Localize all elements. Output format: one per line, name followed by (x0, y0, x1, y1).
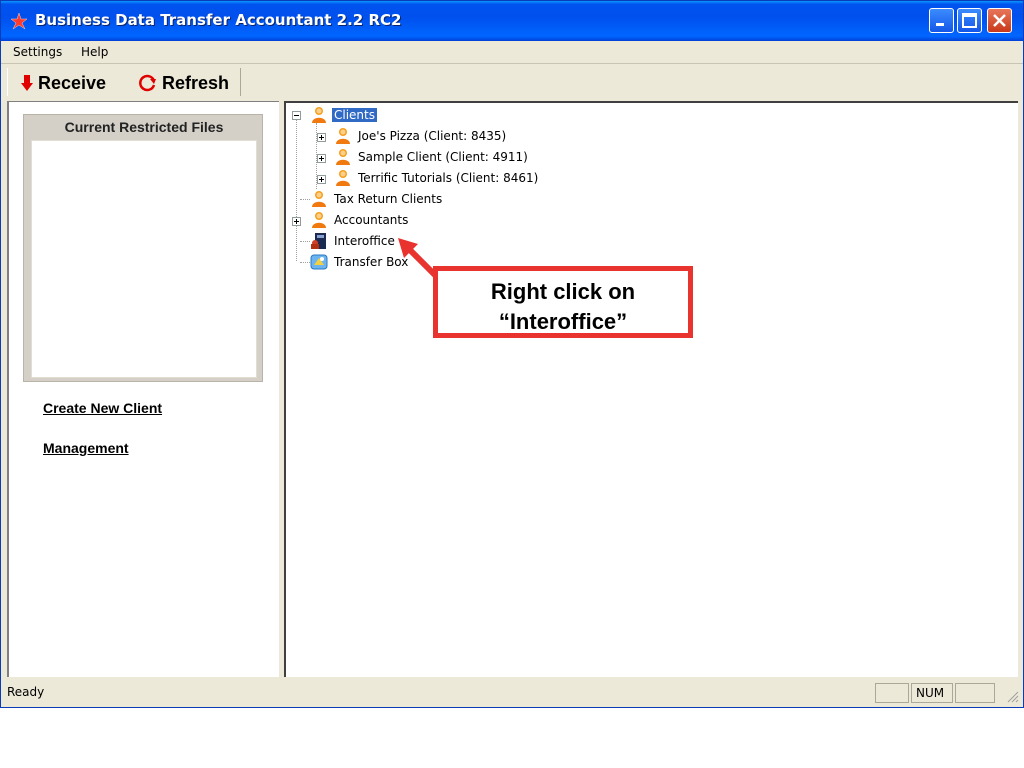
refresh-icon (139, 74, 156, 92)
tree-label-interoffice: Interoffice (334, 234, 395, 248)
collapse-clients-toggle[interactable] (292, 111, 301, 120)
tree-connector (296, 119, 297, 261)
expand-client-toggle[interactable] (317, 154, 326, 163)
maximize-icon (962, 13, 977, 28)
toolbar: Receive Refresh (1, 64, 1023, 100)
menu-help[interactable]: Help (81, 45, 108, 59)
callout-line-2: “Interoffice” (498, 309, 628, 334)
tree-connector (300, 241, 310, 242)
maximize-button[interactable] (957, 8, 982, 33)
refresh-label: Refresh (162, 72, 230, 93)
status-text: Ready (7, 685, 45, 699)
receive-button[interactable]: Receive (20, 72, 106, 94)
callout-line-1: Right click on (490, 279, 636, 304)
receive-label: Receive (38, 72, 107, 93)
tree-node-accountants[interactable]: Accountants (310, 211, 410, 229)
close-icon (993, 14, 1006, 27)
tree-connector (300, 199, 310, 200)
status-cell-empty (875, 683, 909, 703)
management-link[interactable]: Management (43, 440, 129, 456)
title-bar[interactable]: Business Data Transfer Accountant 2.2 RC… (1, 1, 1023, 41)
status-bar: Ready NUM (1, 681, 1023, 707)
menu-settings[interactable]: Settings (13, 45, 62, 59)
minimize-icon (936, 23, 944, 26)
instruction-callout: Right click on “Interoffice” (433, 266, 693, 338)
left-pane: Current Restricted Files Create New Clie… (7, 101, 279, 677)
refresh-button[interactable]: Refresh (138, 72, 229, 94)
toolbar-group: Receive Refresh (7, 68, 241, 96)
user-icon (336, 128, 350, 144)
tree-node-client[interactable]: Terrific Tutorials (Client: 8461) (334, 169, 540, 187)
tree-label-client: Sample Client (Client: 4911) (358, 150, 528, 164)
restricted-files-panel: Current Restricted Files (23, 114, 263, 382)
user-icon (336, 170, 350, 186)
tree-label-accountants: Accountants (334, 213, 409, 227)
receive-arrow-icon (21, 75, 33, 91)
tree-label-client: Terrific Tutorials (Client: 8461) (358, 171, 539, 185)
user-icon (336, 149, 350, 165)
menu-bar: Settings Help (1, 41, 1023, 64)
create-new-client-link[interactable]: Create New Client (43, 400, 162, 416)
status-num: NUM (911, 683, 953, 703)
minimize-button[interactable] (929, 8, 954, 33)
tree-label-tax-return: Tax Return Clients (334, 192, 443, 206)
app-window: Business Data Transfer Accountant 2.2 RC… (0, 0, 1024, 708)
tree-node-clients[interactable]: Clients (310, 106, 377, 124)
status-cell-empty (955, 683, 995, 703)
expand-client-toggle[interactable] (317, 175, 326, 184)
tree-label-clients: Clients (332, 108, 377, 122)
tree-node-tax-return-clients[interactable]: Tax Return Clients (310, 190, 444, 208)
user-icon (312, 191, 326, 207)
user-icon (312, 107, 326, 123)
expand-client-toggle[interactable] (317, 133, 326, 142)
user-icon (312, 212, 326, 228)
close-button[interactable] (987, 8, 1012, 33)
restricted-files-title: Current Restricted Files (64, 119, 224, 135)
interoffice-icon (311, 233, 326, 249)
tree-node-client[interactable]: Joe's Pizza (Client: 8435) (334, 127, 508, 145)
tree-node-interoffice[interactable]: Interoffice (310, 232, 397, 250)
transfer-box-icon (310, 254, 328, 270)
resize-grip-icon[interactable] (1005, 689, 1019, 703)
tree-view[interactable]: Clients Joe's Pizza (Client: 8435) Sampl… (284, 101, 1018, 677)
tree-connector (300, 262, 310, 263)
restricted-files-list[interactable] (31, 140, 257, 378)
tree-label-client: Joe's Pizza (Client: 8435) (358, 129, 507, 143)
tree-node-client[interactable]: Sample Client (Client: 4911) (334, 148, 530, 166)
expand-accountants-toggle[interactable] (292, 217, 301, 226)
window-title: Business Data Transfer Accountant 2.2 RC… (35, 11, 402, 29)
app-icon (10, 12, 28, 30)
